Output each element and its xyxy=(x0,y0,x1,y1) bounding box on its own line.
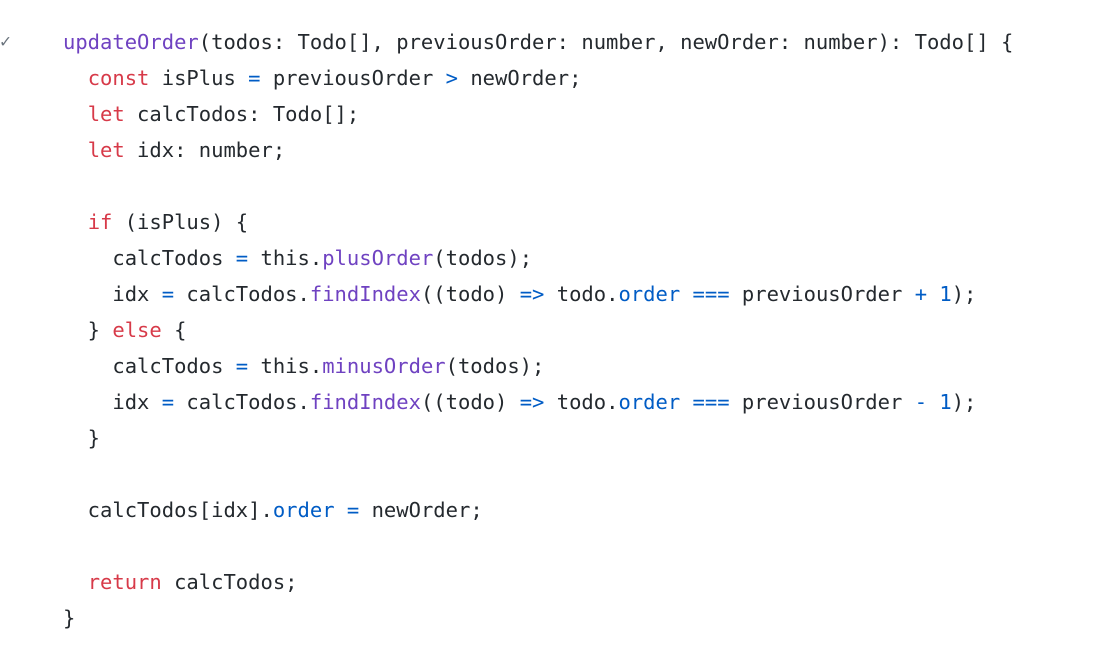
operator-token: = xyxy=(346,498,360,522)
code-token: (isPlus) { xyxy=(112,210,249,234)
operator-token: = xyxy=(161,282,175,306)
code-editor[interactable]: ✓ updateOrder(todos: Todo[], previousOrd… xyxy=(0,0,1094,660)
code-block[interactable]: updateOrder(todos: Todo[], previousOrder… xyxy=(63,24,1013,636)
code-token: previousOrder xyxy=(729,282,915,306)
code-token: (todos); xyxy=(433,246,533,270)
function-token: plusOrder xyxy=(322,246,434,270)
operator-token: = xyxy=(235,354,249,378)
operator-token: => xyxy=(519,390,545,414)
operator-token: + xyxy=(914,282,928,306)
operator-token: => xyxy=(519,282,545,306)
code-line: const isPlus = previousOrder > newOrder; xyxy=(63,60,1013,96)
operator-token: - xyxy=(914,390,928,414)
code-token: newOrder; xyxy=(457,66,582,90)
code-token: ((todo) xyxy=(420,282,520,306)
code-token: calcTodos xyxy=(63,354,236,378)
keyword-token: let xyxy=(87,102,125,126)
code-token: previousOrder xyxy=(260,66,446,90)
code-token: calcTodos; xyxy=(161,570,298,594)
code-line: if (isPlus) { xyxy=(63,204,1013,240)
keyword-token: let xyxy=(87,138,125,162)
code-token: calcTodos. xyxy=(174,390,310,414)
code-token: ((todo) xyxy=(420,390,520,414)
code-line: updateOrder(todos: Todo[], previousOrder… xyxy=(63,24,1013,60)
code-line: let idx: number; xyxy=(63,132,1013,168)
code-token: } xyxy=(63,318,113,342)
code-token: isPlus xyxy=(149,66,249,90)
function-token: findIndex xyxy=(309,390,421,414)
code-token: } xyxy=(63,606,76,630)
operator-token: = xyxy=(235,246,249,270)
code-token: this. xyxy=(248,246,323,270)
code-token: todo. xyxy=(544,390,619,414)
code-line: idx = calcTodos.findIndex((todo) => todo… xyxy=(63,276,1013,312)
operator-token: = xyxy=(161,390,175,414)
property-token: order xyxy=(618,390,681,414)
function-name: updateOrder xyxy=(63,30,199,54)
code-token: calcTodos xyxy=(63,246,236,270)
code-token: previousOrder xyxy=(729,390,915,414)
code-line: return calcTodos; xyxy=(63,564,1013,600)
code-token: todo. xyxy=(544,282,619,306)
code-token: { xyxy=(161,318,187,342)
code-token: idx: number; xyxy=(124,138,286,162)
code-line: calcTodos[idx].order = newOrder; xyxy=(63,492,1013,528)
number-token: 1 xyxy=(939,282,952,306)
code-token: (todos); xyxy=(445,354,545,378)
operator-token: === xyxy=(692,390,730,414)
code-line: } xyxy=(63,420,1013,456)
property-token: order xyxy=(618,282,681,306)
number-token: 1 xyxy=(939,390,952,414)
code-token: (todos: Todo[], previousOrder: number, n… xyxy=(198,30,1014,54)
code-line: } xyxy=(63,600,1013,636)
operator-token: > xyxy=(445,66,458,90)
code-token: } xyxy=(63,426,101,450)
code-token: calcTodos[idx]. xyxy=(63,498,273,522)
code-line: calcTodos = this.plusOrder(todos); xyxy=(63,240,1013,276)
keyword-token: return xyxy=(87,570,162,594)
code-line: idx = calcTodos.findIndex((todo) => todo… xyxy=(63,384,1013,420)
keyword-token: else xyxy=(112,318,162,342)
code-line: } else { xyxy=(63,312,1013,348)
operator-token: === xyxy=(692,282,730,306)
code-token: ); xyxy=(951,390,977,414)
property-token: order xyxy=(272,498,335,522)
keyword-token: if xyxy=(87,210,113,234)
function-token: minusOrder xyxy=(322,354,446,378)
operator-token: = xyxy=(248,66,261,90)
code-token: newOrder; xyxy=(359,498,483,522)
code-token: ); xyxy=(951,282,977,306)
checkmark-icon: ✓ xyxy=(0,31,11,52)
code-token: this. xyxy=(248,354,323,378)
code-token: calcTodos: Todo[]; xyxy=(124,102,360,126)
code-line: calcTodos = this.minusOrder(todos); xyxy=(63,348,1013,384)
code-token: idx xyxy=(63,390,162,414)
code-token: idx xyxy=(63,282,162,306)
function-token: findIndex xyxy=(309,282,421,306)
code-token: calcTodos. xyxy=(174,282,310,306)
keyword-token: const xyxy=(87,66,150,90)
code-line: let calcTodos: Todo[]; xyxy=(63,96,1013,132)
